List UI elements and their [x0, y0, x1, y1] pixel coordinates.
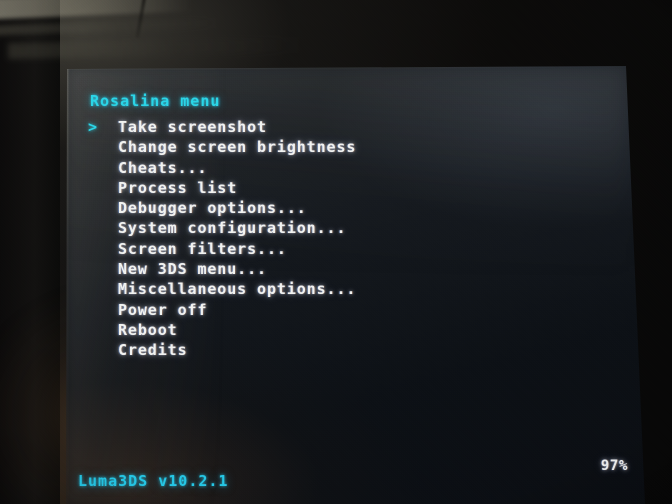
menu-item-label: Power off	[118, 300, 208, 319]
menu-item-label: Change screen brightness	[118, 138, 357, 157]
menu-item-screen-filters[interactable]: >Screen filters...	[66, 239, 645, 260]
menu-item-take-screenshot[interactable]: > Take screenshot	[66, 118, 645, 138]
menu-item-credits[interactable]: >Credits	[66, 341, 645, 361]
menu-item-label: Reboot	[118, 320, 178, 339]
menu-item-label: System configuration...	[118, 219, 347, 238]
menu-item-cheats[interactable]: >Cheats...	[66, 158, 645, 179]
menu-item-system-configuration[interactable]: >System configuration...	[66, 219, 645, 239]
menu-item-reboot[interactable]: >Reboot	[66, 320, 645, 341]
menu-item-label: New 3DS menu...	[118, 260, 267, 279]
top-screen-panel: Rosalina menu > Take screenshot >Change sc…	[66, 66, 645, 504]
menu-item-label: Credits	[118, 341, 188, 360]
menu-item-label: Debugger options...	[118, 199, 307, 218]
menu-item-label: Screen filters...	[118, 239, 287, 258]
menu-item-label: Cheats...	[118, 158, 208, 177]
menu-item-label: Process list	[118, 178, 238, 197]
menu-item-change-screen-brightness[interactable]: >Change screen brightness	[66, 138, 645, 158]
menu-item-process-list[interactable]: >Process list	[66, 178, 645, 199]
menu-title: Rosalina menu	[90, 92, 221, 110]
menu-item-label: Miscellaneous options...	[118, 280, 357, 299]
menu-item-new-3ds-menu[interactable]: >New 3DS menu...	[66, 260, 645, 280]
menu-item-label: Take screenshot	[118, 118, 267, 136]
menu-item-debugger-options[interactable]: >Debugger options...	[66, 199, 645, 219]
luma3ds-version-label: Luma3DS v10.2.1	[78, 472, 229, 490]
photo-of-3ds-top-screen: Rosalina menu > Take screenshot >Change sc…	[0, 0, 672, 504]
menu-list[interactable]: > Take screenshot >Change screen brightnes…	[66, 118, 645, 362]
menu-item-power-off[interactable]: >Power off	[66, 300, 645, 321]
menu-item-miscellaneous-options[interactable]: >Miscellaneous options...	[66, 280, 645, 300]
battery-percentage-label: 97%	[600, 458, 628, 474]
selection-cursor-icon: >	[88, 118, 98, 136]
rosalina-menu: Rosalina menu > Take screenshot >Change sc…	[66, 66, 645, 504]
